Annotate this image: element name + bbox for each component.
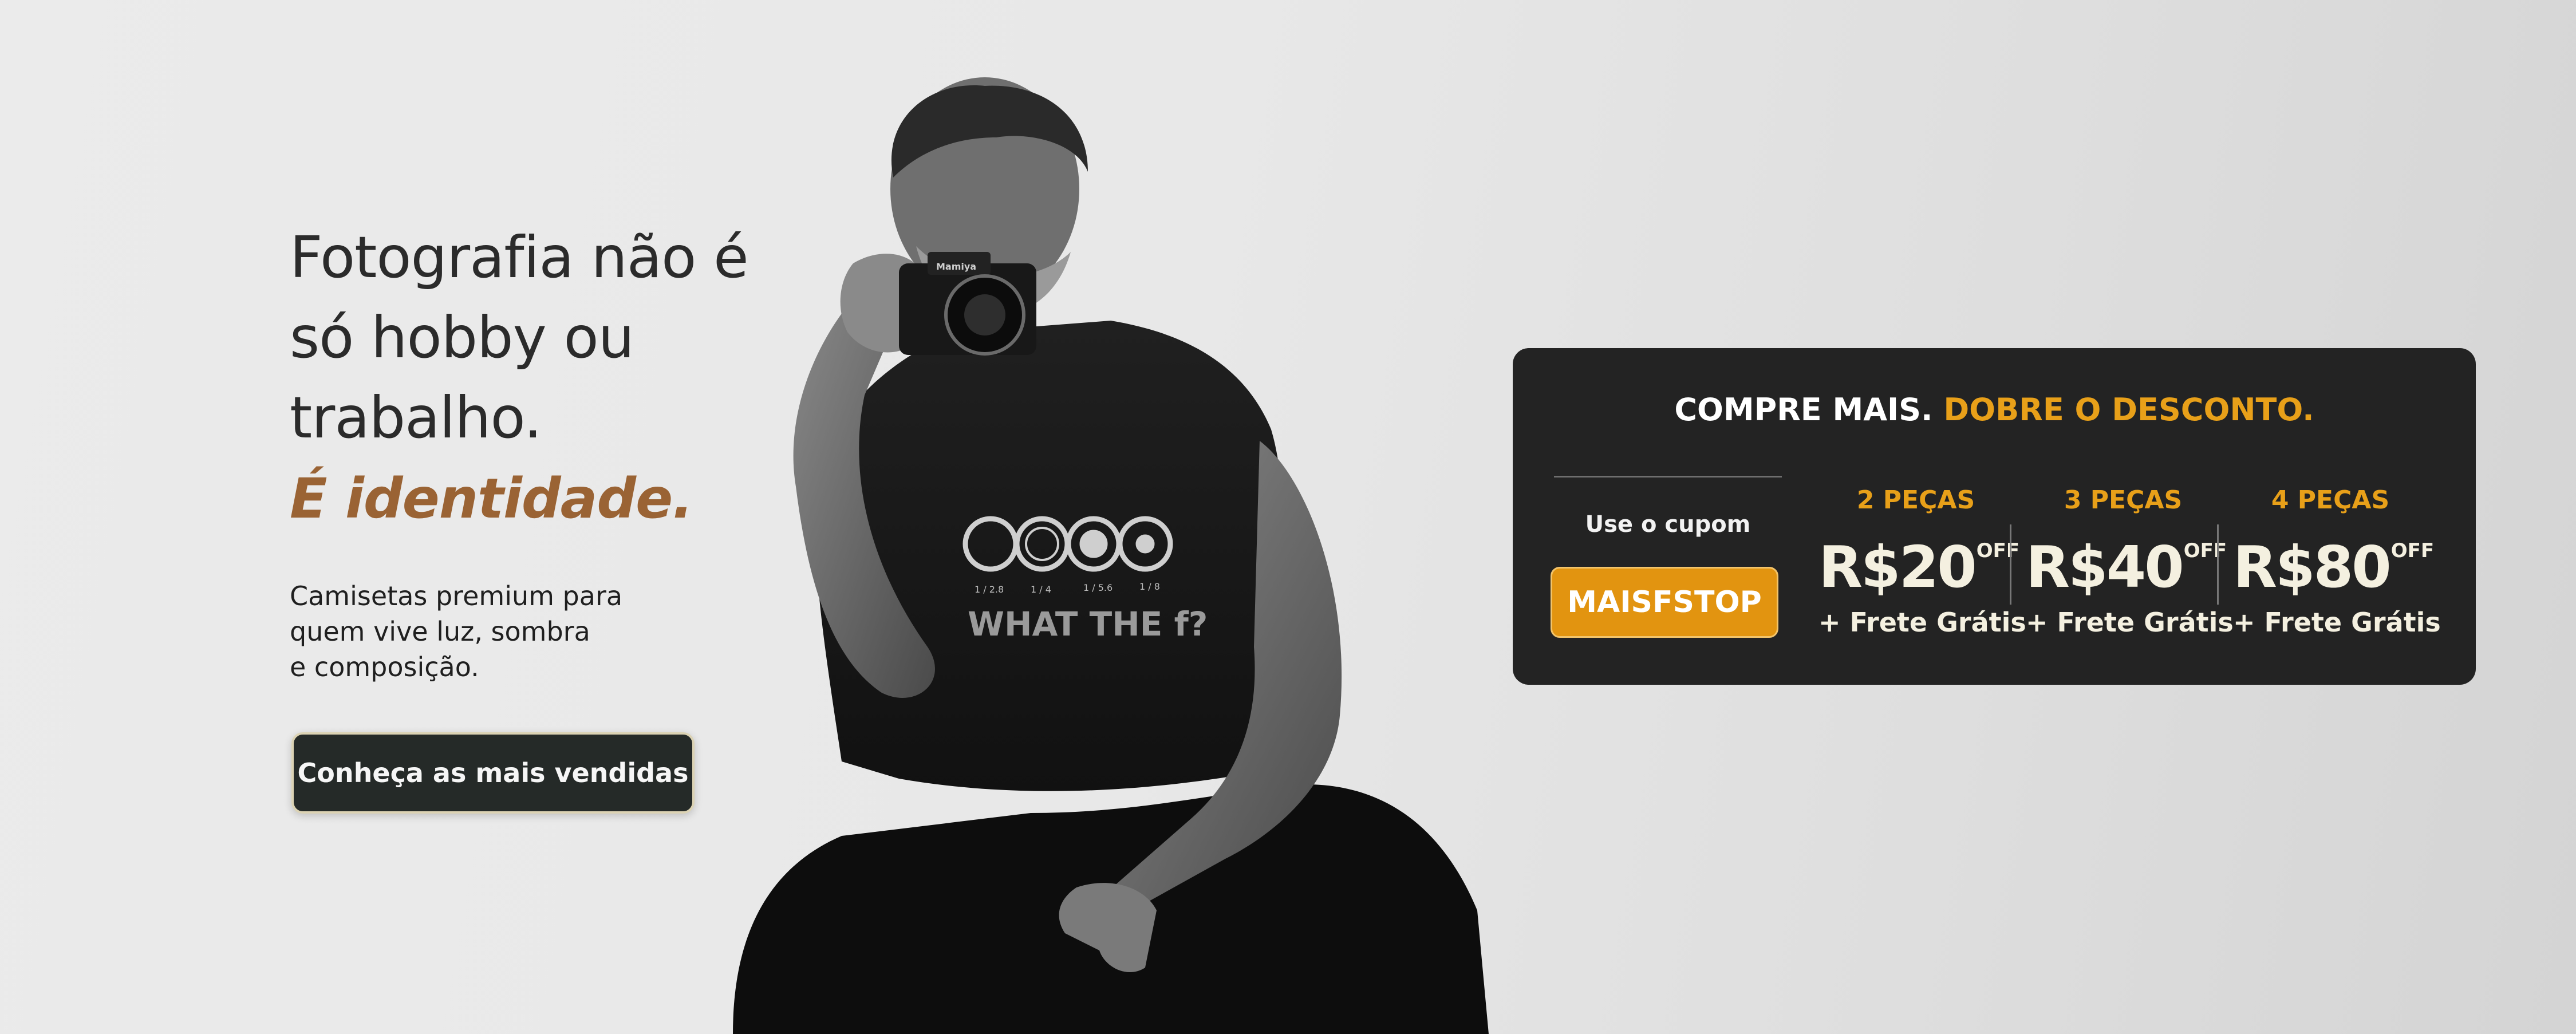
tier-divider (2010, 524, 2011, 605)
coupon-divider (1554, 476, 1782, 477)
shirt-text: WHAT THE f? (968, 605, 1208, 644)
tier-bonus: + Frete Grátis (2233, 607, 2441, 638)
subtext-line-3: e composição. (290, 652, 479, 682)
tier-price: R$40OFF (2026, 519, 2227, 601)
hero-banner: Fotografia não é só hobby ou trabalho. É… (0, 0, 2576, 1034)
tier-price: R$20OFF (1818, 519, 2019, 601)
tier-divider (2217, 524, 2219, 605)
discount-tier-2: 2 PEÇAS R$20OFF + Frete Grátis (1818, 486, 2026, 638)
tier-off-label: OFF (1976, 539, 2020, 562)
tier-quantity: 4 PEÇAS (2271, 486, 2390, 515)
tier-price: R$80OFF (2233, 519, 2434, 601)
coupon-label: Use o cupom (1585, 511, 1751, 538)
promo-card: COMPRE MAIS. DOBRE O DESCONTO. Use o cup… (1513, 348, 2476, 685)
tier-quantity: 2 PEÇAS (1856, 486, 1975, 515)
tier-off-label: OFF (2390, 539, 2435, 562)
hero-highlight: É identidade. (290, 467, 693, 531)
coupon-code-button[interactable]: MAISFSTOP (1551, 567, 1778, 638)
tier-off-label: OFF (2183, 539, 2227, 562)
tier-quantity: 3 PEÇAS (2064, 486, 2183, 515)
hero-photo: Mamiya 1 / 2.8 1 / 4 1 / 5.6 1 / 8 WHAT … (733, 77, 1489, 1034)
tier-bonus: + Frete Grátis (2026, 607, 2234, 638)
aperture-label-4: 1 / 8 (1139, 581, 1160, 592)
best-sellers-button[interactable]: Conheça as mais vendidas (291, 732, 695, 814)
tier-price-value: R$80 (2233, 534, 2392, 601)
aperture-label-1: 1 / 2.8 (975, 584, 1004, 595)
discount-tier-3: 3 PEÇAS R$40OFF + Frete Grátis (2026, 486, 2234, 638)
camera-icon: Mamiya (899, 252, 1036, 356)
promo-title-accent: DOBRE O DESCONTO. (1943, 392, 2314, 428)
subtext-line-2: quem vive luz, sombra (290, 616, 590, 647)
promo-title: COMPRE MAIS. DOBRE O DESCONTO. (1513, 392, 2476, 428)
camera-brand-label: Mamiya (936, 261, 976, 272)
discount-tier-4: 4 PEÇAS R$80OFF + Frete Grátis (2233, 486, 2441, 638)
promo-title-main: COMPRE MAIS. (1674, 392, 1933, 428)
aperture-label-3: 1 / 5.6 (1083, 582, 1113, 593)
aperture-label-2: 1 / 4 (1031, 584, 1051, 595)
subtext-line-1: Camisetas premium para (290, 581, 623, 611)
hero-subtext: Camisetas premium para quem vive luz, so… (290, 578, 622, 685)
tier-price-value: R$40 (2026, 534, 2184, 601)
tier-bonus: + Frete Grátis (1818, 607, 2026, 638)
tier-price-value: R$20 (1818, 534, 1977, 601)
